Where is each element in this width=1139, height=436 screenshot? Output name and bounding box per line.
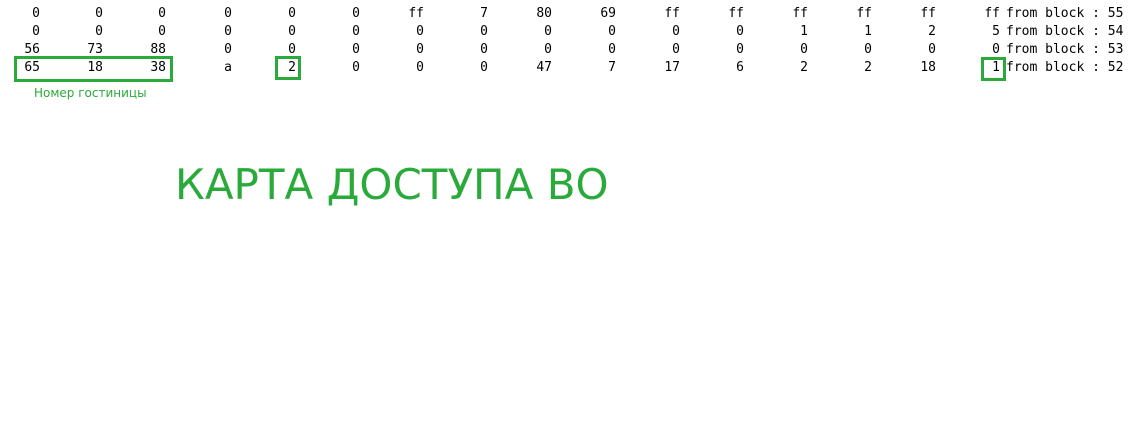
dump-cell: 0 — [32, 24, 40, 39]
dump-cell: a — [224, 60, 232, 75]
dump-cell: 0 — [95, 24, 103, 39]
dump-cell: 0 — [224, 42, 232, 57]
dump-row-source: from block : 55 — [1006, 6, 1124, 21]
dump-cell: 0 — [352, 6, 360, 21]
dump-cell: ff — [856, 6, 872, 21]
dump-cell: 0 — [95, 6, 103, 21]
dump-cell: 0 — [544, 42, 552, 57]
dump-cell: 69 — [600, 6, 616, 21]
dump-cell: 0 — [158, 24, 166, 39]
dump-cell: 5 — [992, 24, 1000, 39]
dump-row-block-55: 0 0 0 0 0 0 ff 7 80 69 ff ff ff ff ff ff… — [0, 5, 1139, 23]
dump-cell: 0 — [736, 42, 744, 57]
dump-cell: 0 — [608, 24, 616, 39]
dump-cell: 0 — [288, 24, 296, 39]
dump-cell: 0 — [224, 24, 232, 39]
dump-cell: ff — [728, 6, 744, 21]
dump-cell: 7 — [480, 6, 488, 21]
dump-cell: 7 — [608, 60, 616, 75]
dump-cell: 47 — [536, 60, 552, 75]
dump-cell: 2 — [928, 24, 936, 39]
dump-row-source: from block : 54 — [1006, 24, 1124, 39]
dump-cell: 0 — [288, 6, 296, 21]
dump-cell: 0 — [158, 6, 166, 21]
dump-cell: 80 — [536, 6, 552, 21]
dump-cell: 17 — [664, 60, 680, 75]
dump-cell: 0 — [736, 24, 744, 39]
dump-cell: 0 — [352, 60, 360, 75]
access-card-heading: КАРТА ДОСТУПА ВО — [175, 160, 609, 209]
dump-cell: 2 — [864, 60, 872, 75]
dump-cell: 0 — [544, 24, 552, 39]
dump-cell: 0 — [672, 24, 680, 39]
dump-cell: 0 — [416, 42, 424, 57]
dump-cell: 1 — [800, 24, 808, 39]
dump-row-source: from block : 52 — [1006, 60, 1124, 75]
dump-cell: 2 — [800, 60, 808, 75]
dump-cell: 0 — [32, 6, 40, 21]
value-highlight-box — [275, 56, 301, 80]
dump-cell: 0 — [352, 42, 360, 57]
value-highlight-box — [981, 57, 1006, 81]
dump-cell: 0 — [480, 42, 488, 57]
dump-cell: 0 — [928, 42, 936, 57]
dump-row-source: from block : 53 — [1006, 42, 1124, 57]
dump-cell: 0 — [352, 24, 360, 39]
dump-cell: 0 — [416, 60, 424, 75]
dump-cell: 0 — [672, 42, 680, 57]
dump-cell: 18 — [920, 60, 936, 75]
dump-cell: ff — [408, 6, 424, 21]
hotel-number-highlight-box — [14, 56, 173, 82]
dump-cell: ff — [664, 6, 680, 21]
dump-cell: 0 — [480, 60, 488, 75]
dump-cell: 0 — [480, 24, 488, 39]
dump-row-block-54: 0 0 0 0 0 0 0 0 0 0 0 0 1 1 2 5 from blo… — [0, 23, 1139, 41]
dump-cell: 0 — [608, 42, 616, 57]
dump-cell: 0 — [864, 42, 872, 57]
dump-cell: 0 — [224, 6, 232, 21]
dump-cell: 1 — [864, 24, 872, 39]
dump-cell: 6 — [736, 60, 744, 75]
dump-cell: 0 — [800, 42, 808, 57]
dump-cell: ff — [920, 6, 936, 21]
dump-cell: 0 — [416, 24, 424, 39]
hotel-number-label: Номер гостиницы — [34, 86, 147, 100]
dump-cell: ff — [984, 6, 1000, 21]
dump-cell: ff — [792, 6, 808, 21]
